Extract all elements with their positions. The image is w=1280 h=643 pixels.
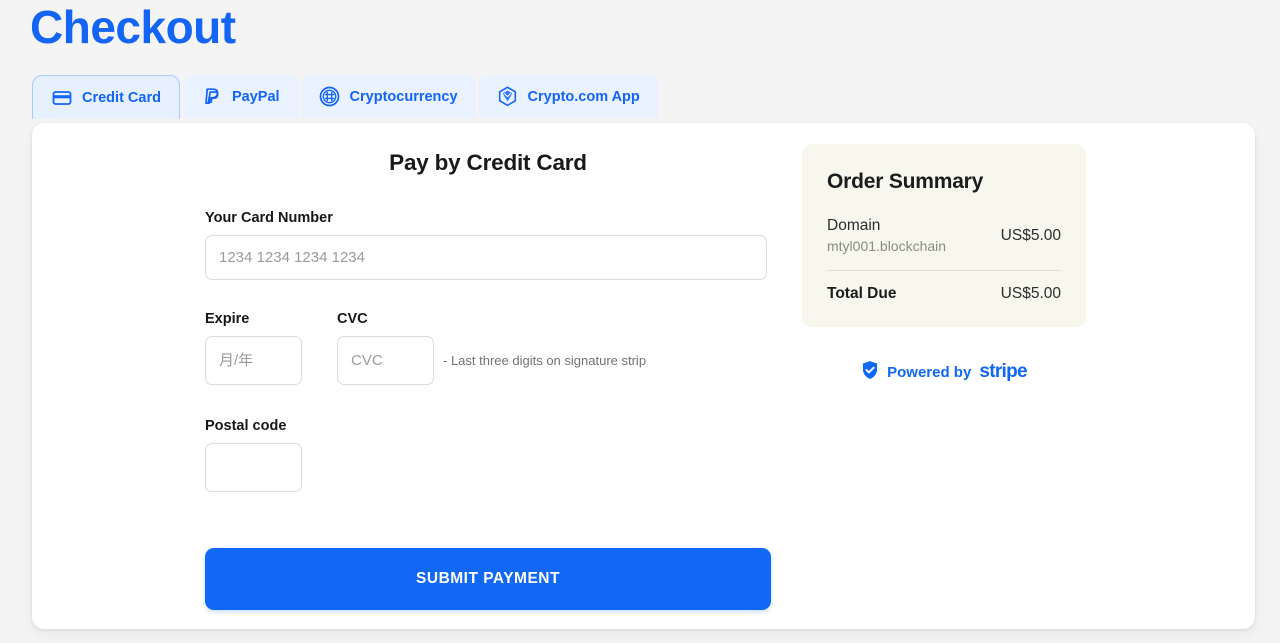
order-summary-item: Domain mtyl001.blockchain US$5.00 [827, 216, 1061, 254]
crypto-com-icon [497, 85, 519, 108]
tab-label: Cryptocurrency [349, 88, 458, 105]
tab-label: Crypto.com App [527, 88, 640, 105]
powered-by-label: Powered by [887, 363, 972, 381]
credit-card-form: Pay by Credit Card Your Card Number Expi… [205, 150, 771, 610]
credit-card-icon [51, 87, 73, 109]
tab-paypal[interactable]: PayPal [182, 75, 298, 118]
tab-credit-card[interactable]: Credit Card [32, 75, 180, 119]
order-summary-card: Order Summary Domain mtyl001.blockchain … [802, 144, 1086, 327]
stripe-powered-badge: Powered by stripe [802, 360, 1086, 385]
cvc-field-group: CVC - Last three digits on signature str… [337, 311, 646, 385]
cvc-label: CVC [337, 311, 368, 327]
card-number-label: Your Card Number [205, 210, 333, 226]
cvc-input[interactable] [337, 336, 434, 385]
checkout-panel: Pay by Credit Card Your Card Number Expi… [32, 123, 1255, 629]
expire-cvc-row: Expire CVC - Last three digits on signat… [205, 311, 771, 385]
tab-label: PayPal [231, 88, 280, 105]
tab-crypto-com-app[interactable]: Crypto.com App [478, 75, 658, 118]
form-heading: Pay by Credit Card [389, 150, 587, 175]
postal-code-input[interactable] [205, 443, 302, 492]
expire-field-group: Expire [205, 311, 335, 385]
page-title: Checkout [30, 1, 236, 53]
tab-cryptocurrency[interactable]: Cryptocurrency [300, 75, 476, 118]
order-item-detail: mtyl001.blockchain [827, 237, 947, 254]
order-item-name: Domain [827, 217, 881, 234]
stripe-wordmark: stripe [979, 361, 1027, 383]
order-total-label: Total Due [827, 284, 897, 302]
crypto-coin-icon [319, 86, 341, 108]
summary-divider [827, 269, 1061, 271]
order-summary-title: Order Summary [827, 170, 984, 193]
payment-method-tabs: Credit Card PayPal Cryptocurrency Crypto… [32, 75, 658, 119]
order-summary-column: Order Summary Domain mtyl001.blockchain … [802, 144, 1086, 385]
card-number-input[interactable] [205, 235, 767, 280]
order-total-row: Total Due US$5.00 [827, 285, 1061, 303]
submit-payment-button[interactable]: SUBMIT PAYMENT [205, 548, 771, 610]
postal-code-field-group: Postal code [205, 418, 771, 492]
shield-check-icon [861, 360, 879, 385]
expire-input[interactable] [205, 336, 302, 385]
order-total-value: US$5.00 [1000, 284, 1061, 302]
postal-code-label: Postal code [205, 418, 287, 434]
expire-label: Expire [205, 311, 250, 327]
cvc-hint: - Last three digits on signature strip [443, 353, 647, 368]
tab-label: Credit Card [82, 89, 161, 106]
paypal-icon [201, 86, 223, 108]
order-item-price: US$5.00 [1000, 227, 1061, 244]
